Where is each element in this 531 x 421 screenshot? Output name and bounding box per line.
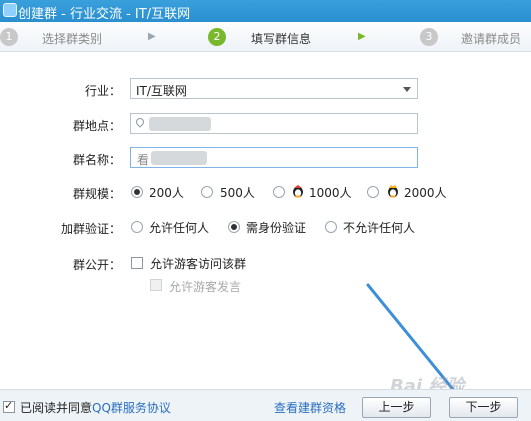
agree-checkbox[interactable]: [3, 399, 15, 413]
scale-200-label[interactable]: 200人: [149, 184, 184, 201]
step-arrow-icon: ▶: [358, 31, 366, 42]
step-2-number: 2: [208, 28, 226, 46]
public-label: 群公开：: [72, 258, 121, 272]
industry-value: IT/互联网: [136, 84, 187, 98]
scale-500-radio[interactable]: [201, 186, 213, 198]
group-name-label: 群名称：: [72, 153, 121, 167]
service-agreement-link[interactable]: QQ群服务协议: [92, 399, 171, 416]
scale-2000-label[interactable]: 2000人: [404, 184, 447, 201]
verify-anyone-label[interactable]: 允许任何人: [149, 219, 209, 236]
window-title: 创建群 - 行业交流 - IT/互联网: [18, 7, 191, 22]
prev-step-button[interactable]: 上一步: [362, 397, 431, 418]
visitor-post-checkbox: [150, 279, 162, 291]
location-label: 群地点：: [72, 119, 121, 133]
title-bar: 创建群 - 行业交流 - IT/互联网: [0, 0, 531, 22]
verify-none-radio[interactable]: [325, 221, 337, 233]
industry-label: 行业：: [84, 84, 121, 98]
qualification-link[interactable]: 查看建群资格: [274, 399, 346, 416]
annotation-arrow: [366, 283, 466, 408]
step-1-number: 1: [0, 28, 18, 46]
scale-label: 群规模：: [72, 187, 121, 201]
industry-select[interactable]: IT/互联网: [130, 78, 418, 99]
group-name-prefix: 看: [137, 153, 150, 167]
footer-bar: 已阅读并同意 QQ群服务协议 查看建群资格 上一步 下一步: [0, 389, 531, 421]
verify-identity-label[interactable]: 需身份验证: [246, 219, 306, 236]
verify-anyone-radio[interactable]: [131, 221, 143, 233]
verify-identity-radio[interactable]: [228, 221, 240, 233]
next-step-button[interactable]: 下一步: [449, 397, 518, 418]
steps-bar: 1 选择群类别 ▶ 2 填写群信息 ▶ 3 邀请群成员: [0, 22, 531, 52]
scale-1000-radio[interactable]: [273, 186, 285, 198]
scale-1000-label[interactable]: 1000人: [309, 184, 352, 201]
location-value-blurred: [149, 117, 211, 131]
group-name-input[interactable]: 看: [130, 147, 418, 168]
visitor-access-checkbox[interactable]: [131, 257, 143, 269]
verify-none-label[interactable]: 不允许任何人: [343, 219, 415, 236]
verify-label: 加群验证：: [60, 222, 121, 236]
scale-200-radio[interactable]: [131, 186, 143, 198]
visitor-post-label: 允许游客发言: [169, 280, 242, 294]
app-icon: [3, 3, 17, 17]
step-arrow-icon: ▶: [148, 31, 156, 42]
qq-penguin-vip-icon: [293, 185, 303, 198]
step-3-label: 邀请群成员: [461, 32, 522, 46]
dropdown-caret-icon: [403, 87, 411, 92]
step-3-number: 3: [420, 28, 438, 46]
visitor-access-label[interactable]: 允许游客访问该群: [150, 255, 246, 272]
scale-500-label[interactable]: 500人: [220, 184, 255, 201]
step-1-label: 选择群类别: [42, 32, 103, 46]
step-2-label: 填写群信息: [251, 32, 312, 46]
agree-text: 已阅读并同意: [20, 401, 93, 415]
group-name-value-blurred: [151, 151, 207, 165]
qq-penguin-svip-icon: [388, 185, 398, 198]
location-pin-icon: [134, 116, 146, 128]
scale-2000-radio[interactable]: [367, 186, 379, 198]
location-input[interactable]: [130, 113, 418, 134]
